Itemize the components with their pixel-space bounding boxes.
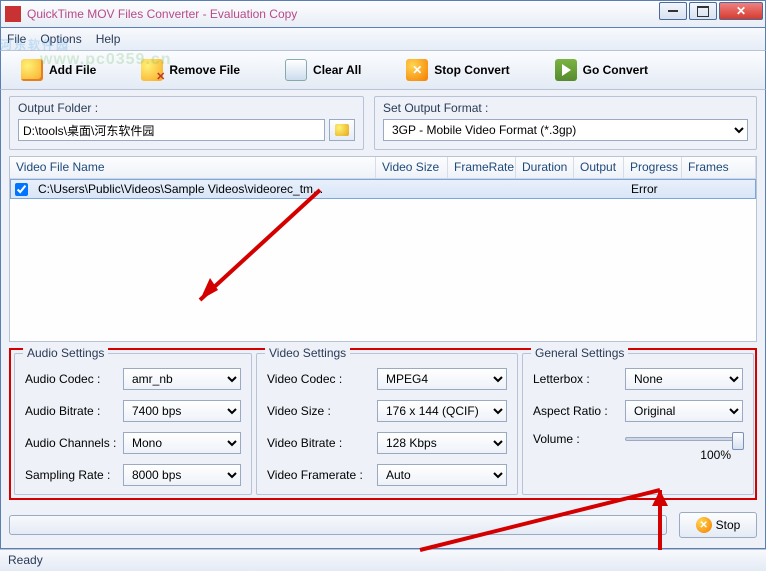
video-size-select[interactable]: 176 x 144 (QCIF) [377, 400, 507, 422]
audio-bitrate-select[interactable]: 7400 bps [123, 400, 241, 422]
col-frames[interactable]: Frames [682, 157, 756, 178]
browse-folder-button[interactable] [329, 119, 355, 141]
menu-file[interactable]: File [7, 32, 26, 46]
sampling-rate-select[interactable]: 8000 bps [123, 464, 241, 486]
video-framerate-label: Video Framerate : [267, 468, 371, 482]
list-header: Video File Name Video Size FrameRate Dur… [10, 157, 756, 179]
row-checkbox[interactable] [15, 183, 28, 196]
audio-bitrate-label: Audio Bitrate : [25, 404, 117, 418]
status-text: Ready [8, 553, 43, 567]
output-folder-panel: Output Folder : [9, 96, 364, 150]
letterbox-label: Letterbox : [533, 372, 619, 386]
add-file-icon [21, 59, 43, 81]
col-duration[interactable]: Duration [516, 157, 574, 178]
output-folder-label: Output Folder : [18, 101, 355, 115]
video-bitrate-select[interactable]: 128 Kbps [377, 432, 507, 454]
audio-codec-select[interactable]: amr_nb [123, 368, 241, 390]
volume-percent: 100% [533, 448, 743, 462]
letterbox-select[interactable]: None [625, 368, 743, 390]
col-progress[interactable]: Progress [624, 157, 682, 178]
output-format-select[interactable]: 3GP - Mobile Video Format (*.3gp) [383, 119, 748, 141]
col-size[interactable]: Video Size [376, 157, 448, 178]
maximize-button[interactable] [689, 2, 717, 20]
cell-progress: Error [625, 182, 683, 196]
general-settings-group: General Settings Letterbox :None Aspect … [522, 353, 754, 495]
video-codec-label: Video Codec : [267, 372, 371, 386]
status-bar: Ready [0, 549, 766, 571]
close-button[interactable] [719, 2, 763, 20]
go-convert-button[interactable]: Go Convert [545, 55, 658, 85]
volume-label: Volume : [533, 432, 619, 446]
app-icon [5, 6, 21, 22]
remove-file-icon [141, 59, 163, 81]
col-name[interactable]: Video File Name [10, 157, 376, 178]
stop-convert-icon [406, 59, 428, 81]
remove-file-button[interactable]: Remove File [131, 55, 250, 85]
minimize-button[interactable] [659, 2, 687, 20]
table-row[interactable]: C:\Users\Public\Videos\Sample Videos\vid… [10, 179, 756, 199]
output-format-label: Set Output Format : [383, 101, 748, 115]
window-title: QuickTime MOV Files Converter - Evaluati… [27, 7, 761, 21]
stop-button[interactable]: Stop [679, 512, 757, 538]
video-size-label: Video Size : [267, 404, 371, 418]
audio-settings-label: Audio Settings [23, 346, 108, 360]
general-settings-label: General Settings [531, 346, 628, 360]
progress-bar [9, 515, 667, 535]
video-settings-group: Video Settings Video Codec :MPEG4 Video … [256, 353, 518, 495]
audio-channels-label: Audio Channels : [25, 436, 117, 450]
menubar: File Options Help [0, 28, 766, 50]
output-format-panel: Set Output Format : 3GP - Mobile Video F… [374, 96, 757, 150]
aspect-ratio-select[interactable]: Original [625, 400, 743, 422]
clear-all-icon [285, 59, 307, 81]
video-settings-label: Video Settings [265, 346, 350, 360]
output-folder-input[interactable] [18, 119, 325, 141]
file-list: Video File Name Video Size FrameRate Dur… [9, 156, 757, 342]
go-convert-icon [555, 59, 577, 81]
menu-help[interactable]: Help [96, 32, 121, 46]
add-file-button[interactable]: Add File [11, 55, 106, 85]
audio-codec-label: Audio Codec : [25, 372, 117, 386]
menu-options[interactable]: Options [40, 32, 81, 46]
cell-name: C:\Users\Public\Videos\Sample Videos\vid… [32, 182, 377, 196]
audio-settings-group: Audio Settings Audio Codec :amr_nb Audio… [14, 353, 252, 495]
aspect-ratio-label: Aspect Ratio : [533, 404, 619, 418]
stop-icon [696, 517, 712, 533]
col-framerate[interactable]: FrameRate [448, 157, 516, 178]
audio-channels-select[interactable]: Mono [123, 432, 241, 454]
settings-highlight: Audio Settings Audio Codec : amr_nb Audio… [9, 348, 757, 500]
video-bitrate-label: Video Bitrate : [267, 436, 371, 450]
toolbar: Add File Remove File Clear All Stop Conv… [0, 50, 766, 90]
video-framerate-select[interactable]: Auto [377, 464, 507, 486]
sampling-rate-label: Sampling Rate : [25, 468, 117, 482]
volume-slider[interactable] [625, 437, 743, 441]
titlebar: QuickTime MOV Files Converter - Evaluati… [0, 0, 766, 28]
stop-convert-button[interactable]: Stop Convert [396, 55, 519, 85]
video-codec-select[interactable]: MPEG4 [377, 368, 507, 390]
clear-all-button[interactable]: Clear All [275, 55, 371, 85]
col-output[interactable]: Output [574, 157, 624, 178]
